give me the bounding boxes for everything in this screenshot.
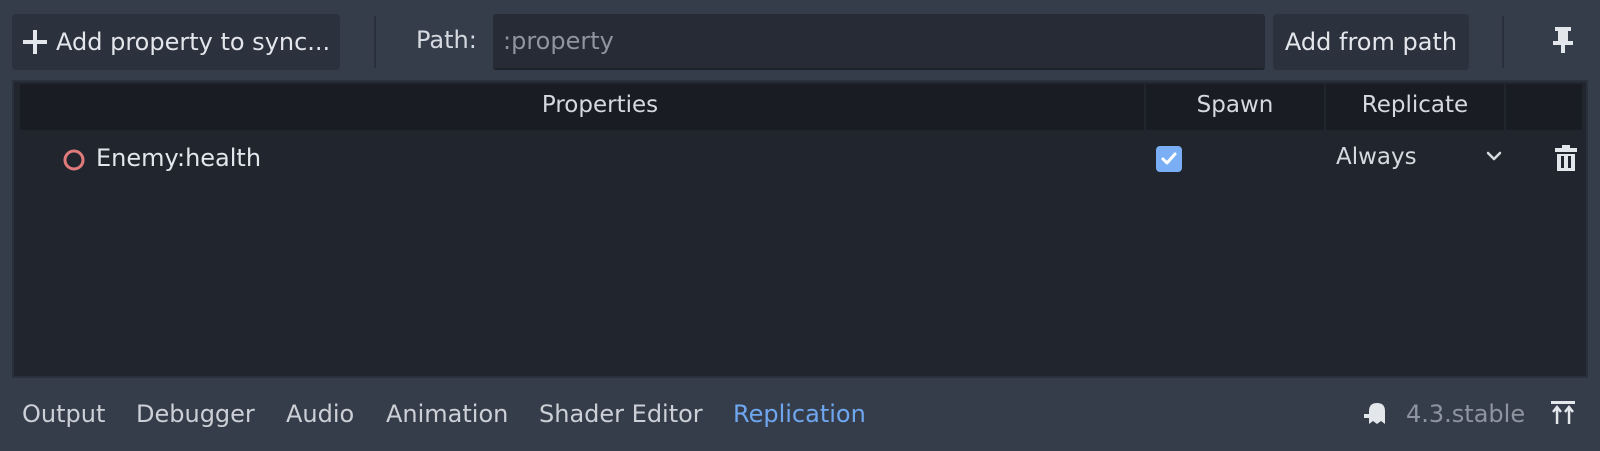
tab-replication[interactable]: Replication [733, 400, 866, 428]
replicate-value: Always [1336, 144, 1417, 170]
tab-shader-editor[interactable]: Shader Editor [539, 400, 703, 428]
property-name: Enemy:health [96, 144, 262, 172]
header-spawn: Spawn [1196, 92, 1274, 118]
path-label: Path: [416, 26, 477, 54]
header-replicate: Replicate [1361, 92, 1469, 118]
replicate-dropdown[interactable]: Always [1336, 142, 1512, 176]
chevron-down-icon [1486, 151, 1502, 161]
properties-table: Properties Spawn Replicate Enemy:health … [12, 80, 1588, 378]
plus-icon [23, 30, 47, 54]
add-from-path-button[interactable]: Add from path [1273, 14, 1469, 70]
path-input[interactable]: :property [493, 14, 1265, 70]
table-header: Properties Spawn Replicate [20, 84, 1582, 130]
add-property-button[interactable]: Add property to sync... [12, 14, 340, 70]
toolbar-separator [1502, 16, 1504, 68]
expand-panel-icon[interactable] [1550, 400, 1576, 426]
add-property-label: Add property to sync... [56, 28, 331, 56]
bottom-panel-tabs: Output Debugger Audio Animation Shader E… [0, 380, 1600, 451]
header-divider [1504, 84, 1506, 130]
version-label: 4.3.stable [1406, 400, 1526, 428]
toolbar-separator [374, 16, 376, 68]
tab-output[interactable]: Output [22, 400, 105, 428]
ghost-icon[interactable] [1363, 400, 1389, 426]
tab-animation[interactable]: Animation [386, 400, 508, 428]
path-placeholder: :property [503, 27, 614, 55]
trash-icon[interactable] [1554, 144, 1578, 172]
spawn-checkbox[interactable] [1156, 146, 1182, 172]
tab-audio[interactable]: Audio [286, 400, 354, 428]
check-icon [1161, 152, 1177, 165]
header-properties: Properties [541, 92, 659, 118]
tab-debugger[interactable]: Debugger [136, 400, 255, 428]
pin-icon[interactable] [1552, 26, 1574, 54]
table-row[interactable]: Enemy:health Always [20, 134, 1582, 184]
replication-toolbar: Add property to sync... Path: :property … [0, 0, 1600, 80]
add-from-path-label: Add from path [1284, 28, 1458, 56]
ring-icon [63, 149, 85, 171]
